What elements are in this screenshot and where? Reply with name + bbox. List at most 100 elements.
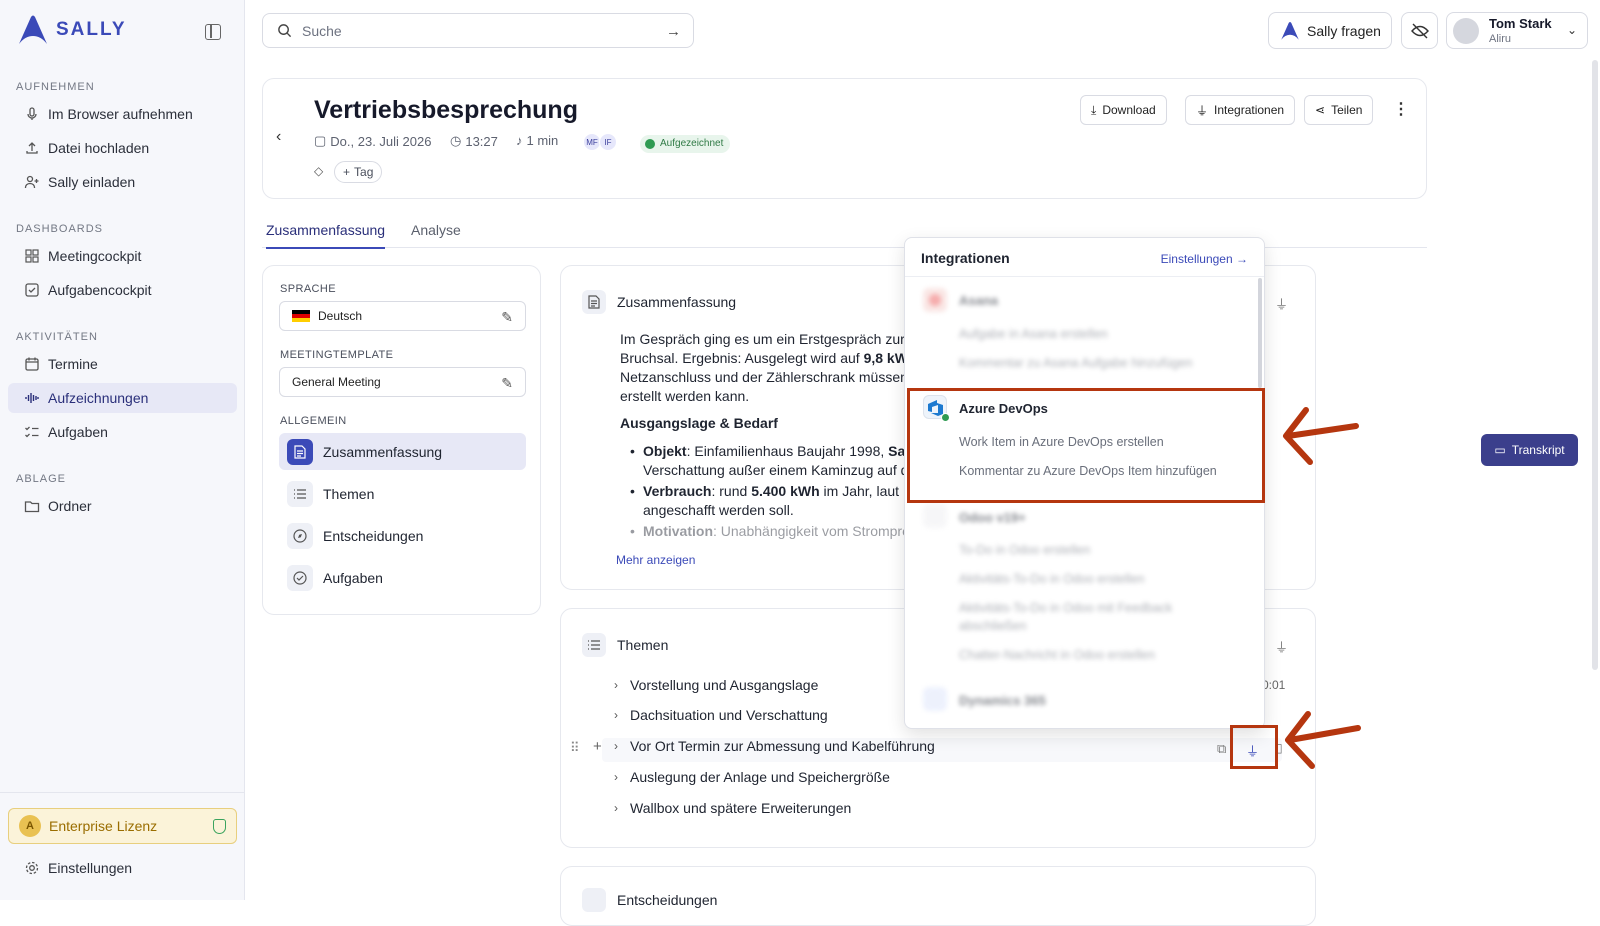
decisions-title: Entscheidungen <box>617 892 718 908</box>
share-button[interactable]: ⋖ Teilen <box>1304 95 1374 125</box>
more-options-icon[interactable]: ⋮ <box>1393 99 1409 119</box>
show-more-link[interactable]: Mehr anzeigen <box>616 553 695 567</box>
user-name: Tom Stark <box>1489 16 1552 31</box>
chevron-down-icon: ⌄ <box>1566 23 1577 37</box>
sidebar-item-label: Aufgabencockpit <box>48 282 152 298</box>
tag-icon: ◇ <box>314 164 324 178</box>
back-chevron-icon[interactable]: ‹ <box>276 128 281 146</box>
sidebar-item-aufgaben[interactable]: Aufgaben <box>8 417 237 447</box>
add-tag-button[interactable]: + Tag <box>334 161 383 183</box>
hide-button[interactable] <box>1401 12 1438 49</box>
list-icon <box>287 480 313 507</box>
shield-check-icon <box>213 819 226 834</box>
settings-link[interactable]: Einstellungen → <box>1161 252 1248 266</box>
topic-item[interactable]: › Wallbox und spätere Erweiterungen <box>614 800 851 816</box>
divider <box>0 792 245 793</box>
outline-item-tasks[interactable]: Aufgaben <box>279 559 526 596</box>
integration-action[interactable]: To-Do in Odoo erstellen <box>959 543 1090 557</box>
plug-icon[interactable]: ⏚ <box>1275 637 1288 656</box>
outline-item-summary[interactable]: Zusammenfassung <box>279 433 526 470</box>
settings-link-label: Einstellungen <box>1160 252 1233 266</box>
sidebar-item-settings[interactable]: Einstellungen <box>8 853 237 883</box>
outline-item-decisions[interactable]: Entscheidungen <box>279 517 526 554</box>
topic-item[interactable]: › Vorstellung und Ausgangslage <box>614 677 818 693</box>
dropdown-title: Integrationen <box>921 250 1010 266</box>
sidebar-item-label: Datei hochladen <box>48 140 150 156</box>
user-plus-icon <box>24 175 39 189</box>
topic-item[interactable]: › Vor Ort Termin zur Abmessung und Kabelf… <box>614 738 935 754</box>
app-name: SALLY <box>56 19 127 40</box>
list-check-icon <box>25 426 39 438</box>
template-select[interactable]: General Meeting ✎ <box>279 367 526 397</box>
pencil-icon[interactable]: ✎ <box>501 375 513 392</box>
sidebar-item-upload[interactable]: Datei hochladen <box>8 133 237 163</box>
user-menu[interactable]: Tom Stark Aliru ⌄ <box>1446 12 1588 49</box>
sidebar-item-ordner[interactable]: Ordner <box>8 491 237 521</box>
avatar[interactable]: IF <box>599 133 617 151</box>
microphone-icon: ♪ <box>516 133 523 148</box>
bullet-text: im Jahr, laut Fr <box>819 483 917 499</box>
pencil-icon[interactable]: ✎ <box>501 309 513 326</box>
compass-icon <box>287 522 313 549</box>
document-icon <box>582 290 606 314</box>
summary-bullet-cont: angeschafft werden soll. <box>643 502 794 518</box>
bullet-text: : Unabhängigkeit vom Strompre <box>713 523 910 539</box>
share-label: Teilen <box>1331 103 1363 117</box>
search-placeholder: Suche <box>302 22 342 39</box>
language-label: SPRACHE <box>280 283 336 295</box>
bullet-text: : rund <box>711 483 752 499</box>
download-icon: ⤓ <box>1091 102 1097 117</box>
topic-item[interactable]: › Auslegung der Anlage und Speichergröße <box>614 769 890 785</box>
timestamp-fragment[interactable]: 0:01 <box>1262 678 1285 692</box>
scrollbar[interactable] <box>1592 60 1598 670</box>
sidebar-item-label: Termine <box>48 356 98 372</box>
sidebar-item-termine[interactable]: Termine <box>8 349 237 379</box>
sidebar-item-browser-record[interactable]: Im Browser aufnehmen <box>8 99 237 129</box>
transcript-button[interactable]: ▭ Transkript <box>1481 434 1578 466</box>
divider <box>905 276 1264 277</box>
tab-analysis[interactable]: Analyse <box>411 222 461 238</box>
template-value: General Meeting <box>292 375 381 389</box>
copy-icon[interactable]: ⧉ <box>1217 741 1226 757</box>
tab-summary[interactable]: Zusammenfassung <box>266 222 386 249</box>
collapse-sidebar-icon[interactable] <box>205 24 221 40</box>
integration-action[interactable]: Chatter-Nachricht in Odoo erstellen <box>959 648 1155 662</box>
integration-action[interactable]: abschließen <box>959 619 1026 633</box>
integration-action[interactable]: Aktivitäts-To-Do in Odoo mit Feedback <box>959 601 1172 615</box>
sidebar-item-meetingcockpit[interactable]: Meetingcockpit <box>8 241 237 271</box>
sally-logo-icon <box>19 15 47 44</box>
integration-action[interactable]: Kommentar zu Asana Aufgabe hinzufügen <box>959 356 1193 370</box>
calendar-icon <box>25 357 39 371</box>
search-input[interactable]: Suche → <box>262 13 694 48</box>
microphone-icon <box>27 107 37 120</box>
integration-action[interactable]: Aktivitäts-To-Do in Odoo erstellen <box>959 572 1145 586</box>
summary-title: Zusammenfassung <box>617 294 737 310</box>
dropdown-scrollbar[interactable] <box>1258 278 1262 388</box>
bullet-icon: • <box>630 443 635 459</box>
language-select[interactable]: Deutsch ✎ <box>279 301 526 331</box>
plus-icon: + <box>343 165 351 179</box>
integration-action[interactable]: Aufgabe in Asana erstellen <box>959 327 1108 341</box>
summary-text-bold: 9,8 kW <box>863 350 908 366</box>
ask-sally-button[interactable]: Sally fragen <box>1268 12 1392 49</box>
arrow-right-icon[interactable]: → <box>666 23 681 40</box>
license-badge[interactable]: A Enterprise Lizenz <box>8 808 237 844</box>
integrations-button[interactable]: ⏚ Integrationen <box>1185 95 1296 125</box>
summary-bullet: Motivation: Unabhängigkeit vom Strompre <box>643 522 910 541</box>
summary-bullet: Verbrauch: rund 5.400 kWh im Jahr, laut … <box>643 482 916 501</box>
calendar-icon: ▢ <box>314 133 327 148</box>
sidebar-item-aufgabencockpit[interactable]: Aufgabencockpit <box>8 275 237 305</box>
outline-label: Entscheidungen <box>323 527 424 544</box>
topic-item[interactable]: › Dachsituation und Verschattung <box>614 707 828 723</box>
sidebar-item-invite[interactable]: Sally einladen <box>8 167 237 197</box>
plug-icon[interactable]: ⏚ <box>1275 294 1288 313</box>
app-logo[interactable]: SALLY <box>16 14 127 46</box>
bullet-icon: • <box>630 483 635 499</box>
outline-item-topics[interactable]: Themen <box>279 475 526 512</box>
download-button[interactable]: ⤓ Download <box>1080 95 1167 125</box>
list-icon <box>582 633 606 657</box>
plus-icon[interactable]: + <box>593 738 602 755</box>
upload-icon <box>26 142 38 154</box>
sidebar-item-aufzeichnungen[interactable]: Aufzeichnungen <box>8 383 237 413</box>
drag-handle-icon[interactable]: ⠿ <box>570 740 580 756</box>
